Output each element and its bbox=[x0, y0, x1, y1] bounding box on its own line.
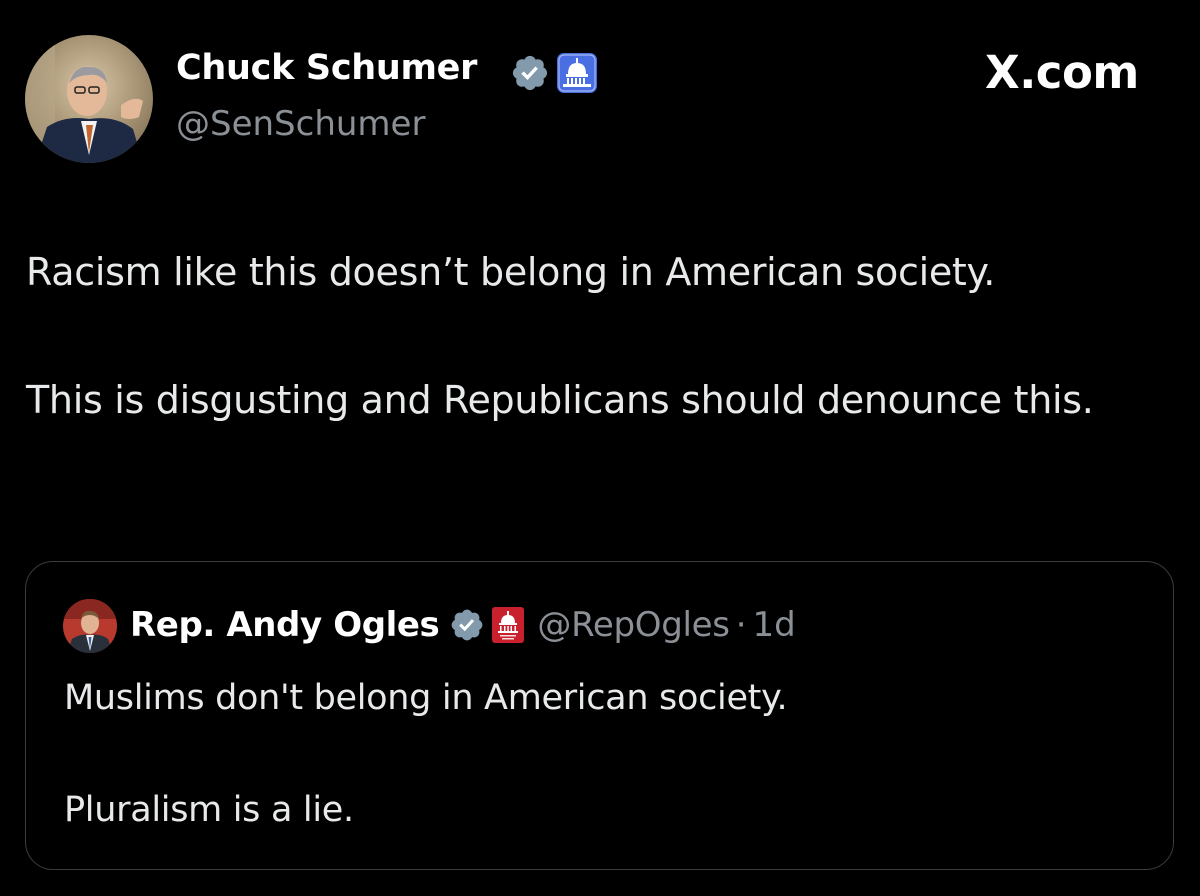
quoted-post-text-line: Pluralism is a lie. bbox=[64, 790, 354, 830]
verified-badge-icon bbox=[452, 609, 483, 641]
quoted-author-name[interactable]: Rep. Andy Ogles bbox=[130, 605, 440, 645]
x-logo: X.com bbox=[985, 46, 1139, 99]
quoted-post-text: Muslims don't belong in American society… bbox=[64, 670, 1144, 838]
post-text-line: This is disgusting and Republicans shoul… bbox=[26, 378, 1094, 422]
post-text: Racism like this doesn’t belong in Ameri… bbox=[26, 240, 1176, 432]
verified-badge-icon bbox=[512, 55, 548, 91]
quoted-post-text-line: Muslims don't belong in American society… bbox=[64, 678, 788, 718]
author-avatar[interactable] bbox=[25, 35, 153, 163]
house-gop-icon bbox=[492, 607, 525, 643]
post-text-line: Racism like this doesn’t belong in Ameri… bbox=[26, 250, 996, 294]
capitol-dome-icon bbox=[557, 53, 597, 93]
quoted-author-handle[interactable]: @RepOgles bbox=[537, 605, 730, 645]
quoted-post-timestamp[interactable]: 1d bbox=[753, 605, 796, 645]
author-handle[interactable]: @SenSchumer bbox=[176, 104, 425, 144]
meta-separator: · bbox=[735, 605, 747, 645]
author-name[interactable]: Chuck Schumer bbox=[176, 48, 477, 88]
quoted-post-header: Rep. Andy Ogles @RepOgles · 1d bbox=[130, 604, 796, 646]
quoted-post-card[interactable]: Rep. Andy Ogles @RepOgles · 1d Muslims d… bbox=[25, 561, 1174, 870]
quoted-author-avatar[interactable] bbox=[63, 599, 117, 653]
